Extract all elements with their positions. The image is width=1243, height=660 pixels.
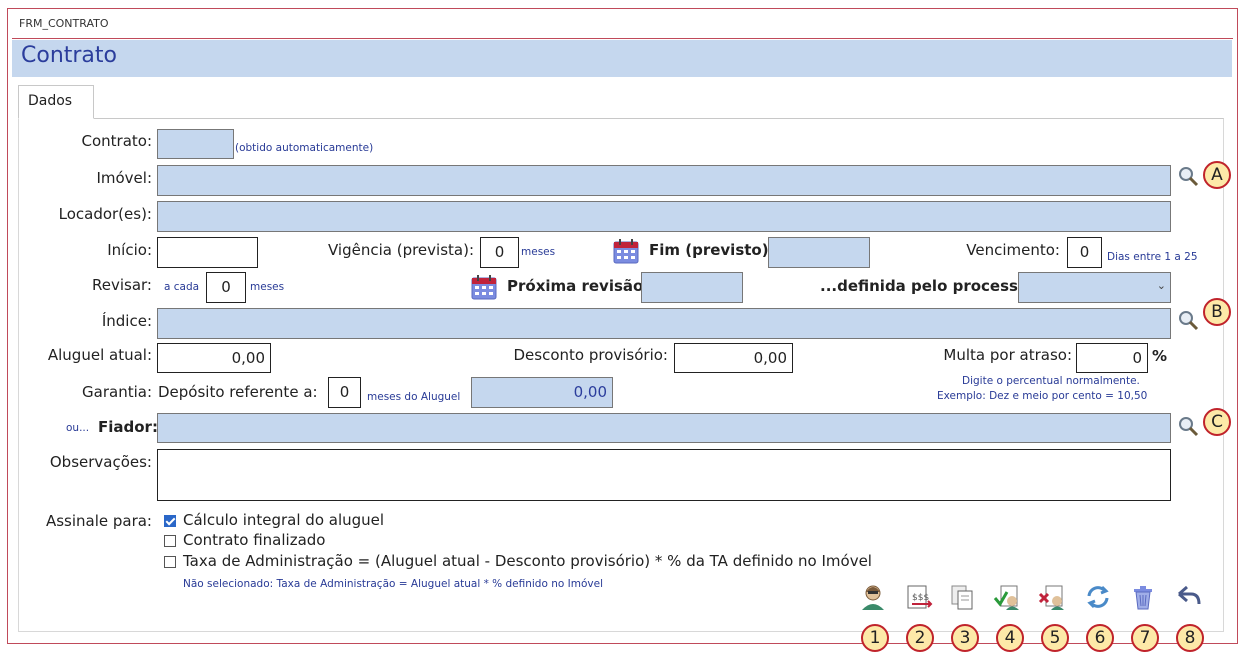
aluguel-field[interactable]: 0,00 [157, 343, 271, 373]
processo-label: ...definida pelo processo: [820, 277, 1035, 295]
toolbar-num-7: 7 [1131, 624, 1159, 652]
fiador-label: Fiador: [98, 418, 158, 436]
multa-label: Multa por atraso: [943, 346, 1072, 364]
imovel-search-icon[interactable] [1177, 165, 1199, 187]
contrato-note: (obtido automaticamente) [235, 142, 374, 154]
toolbar-num-1: 1 [861, 624, 889, 652]
assinale-label: Assinale para: [45, 512, 152, 530]
indice-field[interactable] [157, 308, 1171, 339]
processo-select[interactable]: ⌄ [1018, 272, 1171, 303]
contrato-field[interactable] [157, 129, 234, 159]
taxa-administracao-label: Taxa de Administração = (Aluguel atual -… [183, 552, 872, 570]
title-banner: Contrato [12, 40, 1232, 77]
deposito-meses-unit: meses do Aluguel [367, 391, 461, 403]
aluguel-label: Aluguel atual: [47, 346, 152, 364]
garantia-label: Garantia: [82, 383, 152, 401]
contrato-finalizado-checkbox[interactable] [164, 535, 176, 547]
desconto-field[interactable]: 0,00 [674, 343, 793, 373]
multa-note-1: Digite o percentual normalmente. [962, 375, 1140, 387]
calculo-integral-checkbox[interactable] [164, 515, 176, 527]
form-name: FRM_CONTRATO [19, 17, 109, 30]
taxa-administracao-checkbox[interactable] [164, 556, 176, 568]
svg-text:$$$: $$$ [912, 593, 929, 603]
multa-note-2: Exemplo: Dez e meio por cento = 10,50 [937, 390, 1148, 402]
toolbar-num-4: 4 [996, 624, 1024, 652]
tab-label: Dados [28, 93, 73, 109]
revisar-unit: meses [250, 281, 285, 293]
multa-field[interactable]: 0 [1076, 343, 1148, 373]
reject-icon[interactable] [1038, 582, 1068, 612]
indice-search-icon[interactable] [1177, 309, 1199, 331]
proxima-revisao-field[interactable] [641, 272, 743, 303]
vencimento-note: Dias entre 1 a 25 [1107, 251, 1198, 263]
callout-c: C [1203, 408, 1231, 436]
revisar-field[interactable]: 0 [206, 272, 246, 303]
revisar-prefix: a cada [164, 281, 200, 293]
assinale-note: Não selecionado: Taxa de Administração =… [183, 578, 603, 590]
vencimento-field[interactable]: 0 [1067, 237, 1102, 268]
imovel-field[interactable] [157, 165, 1171, 196]
vigencia-label: Vigência (prevista): [327, 241, 474, 259]
money-document-icon[interactable]: $$$ [903, 582, 933, 612]
toolbar-num-3: 3 [951, 624, 979, 652]
vigencia-unit: meses [521, 246, 556, 258]
calendar-icon[interactable] [613, 238, 639, 264]
revisar-label: Revisar: [92, 276, 152, 294]
observacoes-field[interactable] [157, 449, 1171, 501]
deposito-meses-field[interactable]: 0 [328, 377, 361, 408]
toolbar-num-2: 2 [906, 624, 934, 652]
undo-icon[interactable] [1173, 582, 1203, 612]
calculo-integral-label: Cálculo integral do aluguel [183, 511, 385, 529]
divider [12, 38, 1233, 39]
inicio-field[interactable] [157, 237, 258, 268]
trash-icon[interactable] [1128, 582, 1158, 612]
contrato-label: Contrato: [81, 132, 152, 150]
deposito-value-field: 0,00 [471, 377, 613, 408]
contrato-finalizado-label: Contrato finalizado [183, 531, 326, 549]
indice-label: Índice: [101, 312, 152, 330]
tab-dados[interactable]: Dados [18, 85, 94, 119]
callout-a: A [1203, 161, 1231, 189]
deposito-label: Depósito referente a: [158, 383, 318, 401]
approve-icon[interactable] [993, 582, 1023, 612]
vencimento-label: Vencimento: [966, 241, 1060, 259]
imovel-label: Imóvel: [96, 169, 152, 187]
toolbar-num-5: 5 [1041, 624, 1069, 652]
page-title: Contrato [21, 43, 118, 68]
fiador-prefix: ou... [66, 422, 90, 434]
vigencia-field[interactable]: 0 [480, 237, 519, 268]
locador-label: Locador(es): [58, 205, 152, 223]
toolbar-num-8: 8 [1176, 624, 1204, 652]
person-icon[interactable] [858, 582, 888, 612]
proxima-revisao-label: Próxima revisão: [507, 277, 650, 295]
fiador-field[interactable] [157, 413, 1171, 443]
observacoes-label: Observações: [49, 453, 152, 471]
calendar-icon[interactable] [471, 274, 497, 300]
copy-icon[interactable] [948, 582, 978, 612]
toolbar-num-6: 6 [1086, 624, 1114, 652]
chevron-down-icon[interactable]: ⌄ [1157, 279, 1166, 292]
fim-label: Fim (previsto): [649, 241, 775, 259]
multa-unit: % [1152, 347, 1168, 365]
refresh-icon[interactable] [1083, 582, 1113, 612]
inicio-label: Início: [107, 241, 152, 259]
fiador-search-icon[interactable] [1177, 415, 1199, 437]
callout-b: B [1203, 298, 1231, 326]
desconto-label: Desconto provisório: [513, 346, 669, 364]
locador-field[interactable] [157, 201, 1171, 232]
fim-field[interactable] [768, 237, 870, 268]
